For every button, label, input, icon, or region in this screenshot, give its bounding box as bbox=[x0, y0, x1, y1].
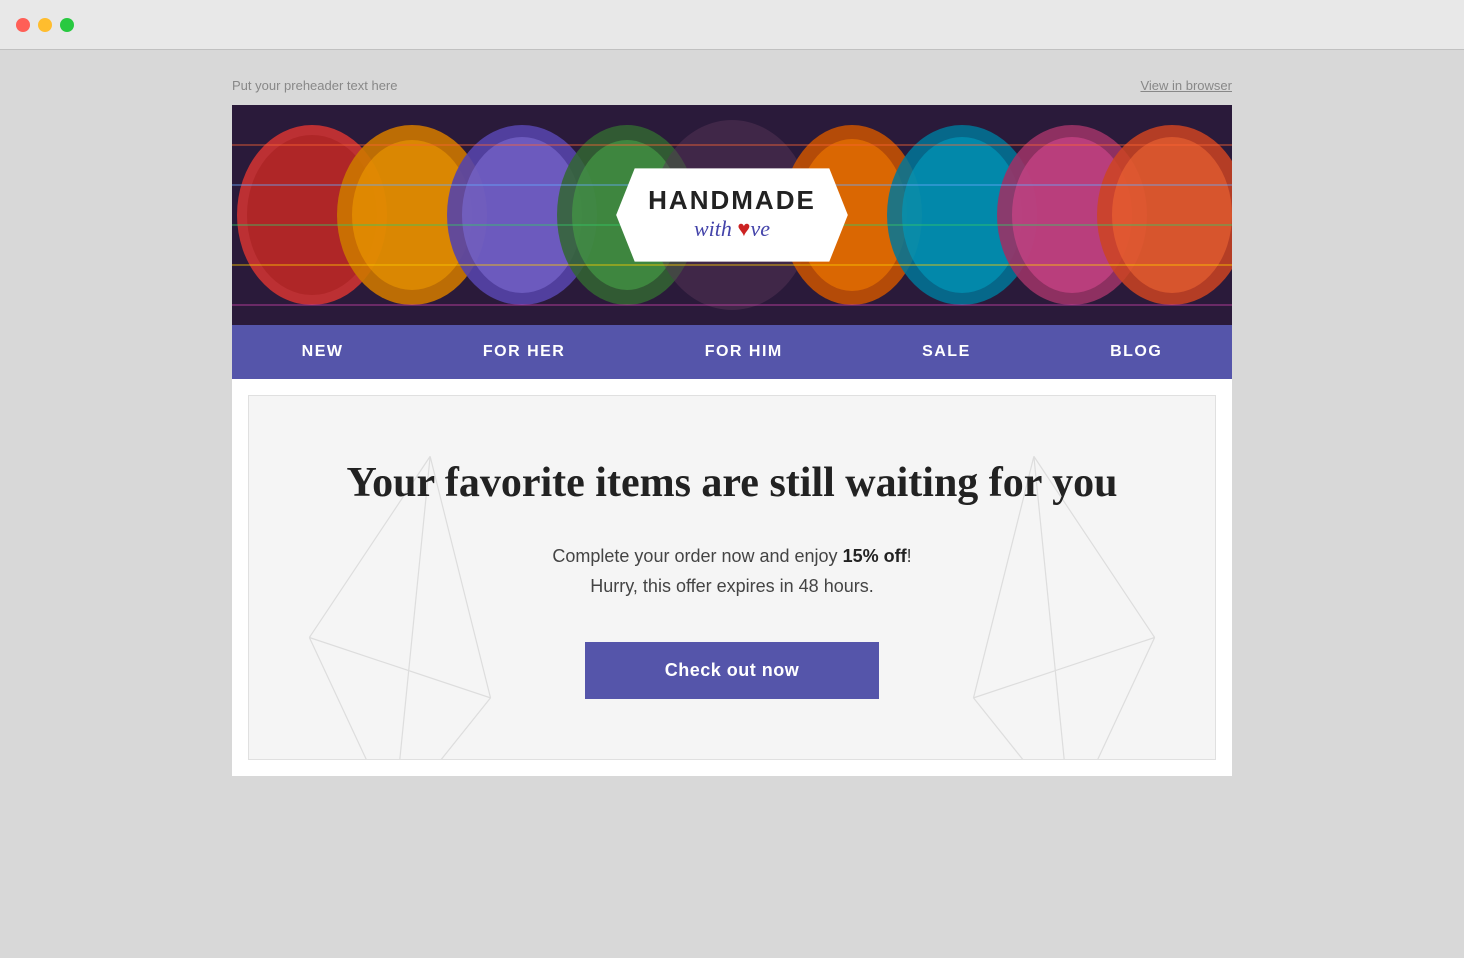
nav-item-for-her[interactable]: FOR HER bbox=[483, 343, 566, 361]
nav-bar: NEW FOR HER FOR HIM SALE BLOG bbox=[232, 325, 1232, 379]
logo-title: HANDMADE bbox=[648, 186, 816, 215]
subtext-exclaim: ! bbox=[907, 546, 912, 566]
preheader-bar: Put your preheader text here View in bro… bbox=[232, 70, 1232, 105]
logo-subtitle: with ♥ve bbox=[648, 215, 816, 244]
hero-banner: HANDMADE with ♥ve bbox=[232, 105, 1232, 325]
window-chrome bbox=[0, 0, 1464, 50]
main-subtext: Complete your order now and enjoy 15% of… bbox=[329, 541, 1135, 602]
view-in-browser-link[interactable]: View in browser bbox=[1140, 78, 1232, 93]
logo-subtitle-post: ve bbox=[750, 216, 770, 241]
traffic-lights bbox=[16, 18, 74, 32]
maximize-button[interactable] bbox=[60, 18, 74, 32]
nav-item-for-him[interactable]: FOR HIM bbox=[705, 343, 783, 361]
nav-item-sale[interactable]: SALE bbox=[922, 343, 971, 361]
logo-subtitle-pre: with bbox=[694, 216, 737, 241]
main-heading: Your favorite items are still waiting fo… bbox=[329, 456, 1135, 511]
nav-item-blog[interactable]: BLOG bbox=[1110, 343, 1162, 361]
minimize-button[interactable] bbox=[38, 18, 52, 32]
content-area: Put your preheader text here View in bro… bbox=[0, 50, 1464, 958]
preheader-text: Put your preheader text here bbox=[232, 78, 398, 93]
subtext-pre: Complete your order now and enjoy bbox=[552, 546, 842, 566]
nav-item-new[interactable]: NEW bbox=[302, 343, 344, 361]
checkout-now-button[interactable]: Check out now bbox=[585, 642, 880, 699]
main-content-section: Your favorite items are still waiting fo… bbox=[248, 395, 1216, 760]
close-button[interactable] bbox=[16, 18, 30, 32]
logo-heart-icon: ♥ bbox=[737, 216, 750, 241]
subtext-bold: 15% off bbox=[843, 546, 907, 566]
logo-badge: HANDMADE with ♥ve bbox=[616, 168, 848, 261]
subtext-line2: Hurry, this offer expires in 48 hours. bbox=[590, 576, 873, 596]
email-container: HANDMADE with ♥ve NEW FOR HER FOR HIM SA… bbox=[232, 105, 1232, 776]
